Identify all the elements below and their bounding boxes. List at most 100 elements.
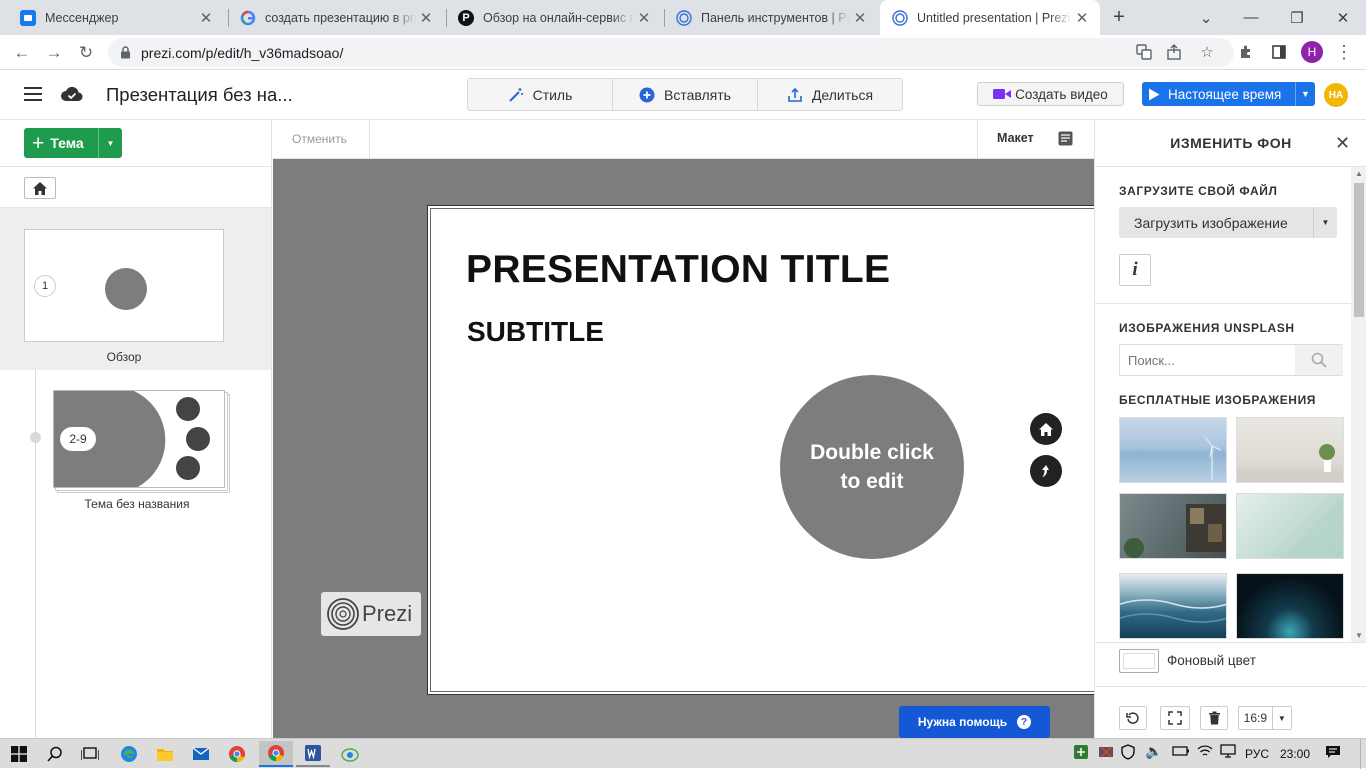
- close-window-button[interactable]: ✕: [1320, 0, 1366, 35]
- share-button[interactable]: Делиться: [757, 78, 903, 111]
- help-button[interactable]: Нужна помощь ?: [899, 706, 1050, 738]
- canvas-toolbar: Отменить Макет: [273, 120, 1094, 159]
- messenger-icon: [20, 9, 36, 26]
- topic-circle[interactable]: Double click to edit: [780, 375, 964, 559]
- url-bar[interactable]: prezi.com/p/edit/h_v36madsoao/: [108, 38, 1234, 67]
- menu-dots-icon[interactable]: ⋮: [1334, 42, 1354, 62]
- close-tab-icon[interactable]: ✕: [1072, 9, 1092, 27]
- reload-button[interactable]: ↻: [72, 39, 100, 67]
- close-tab-icon[interactable]: ✕: [416, 9, 436, 27]
- bg-color-label: Фоновый цвет: [1167, 653, 1256, 668]
- search-icon[interactable]: [38, 741, 72, 767]
- shield-icon[interactable]: [1121, 744, 1135, 760]
- minimize-button[interactable]: —: [1228, 0, 1274, 35]
- maximize-button[interactable]: ❐: [1274, 0, 1320, 35]
- free-image-waves[interactable]: [1119, 573, 1227, 639]
- present-button[interactable]: Настоящее время ▼: [1142, 82, 1315, 106]
- presentation-title[interactable]: Презентация без на...: [106, 84, 293, 106]
- word-icon[interactable]: [296, 741, 330, 767]
- slide-subtitle[interactable]: SUBTITLE: [467, 316, 604, 348]
- overview-label: Обзор: [106, 350, 142, 364]
- bg-color-swatch[interactable]: [1119, 649, 1159, 673]
- upload-dropdown-icon[interactable]: ▼: [1313, 207, 1337, 238]
- mail-icon[interactable]: [184, 741, 218, 767]
- profile-avatar[interactable]: Н: [1301, 41, 1323, 63]
- show-desktop-button[interactable]: [1360, 739, 1366, 769]
- style-button[interactable]: Стиль: [467, 78, 613, 111]
- overview-number-badge: 1: [34, 275, 56, 297]
- overview-thumbnail[interactable]: 1: [24, 229, 224, 342]
- task-view-icon[interactable]: [73, 741, 107, 767]
- zoom-back-button[interactable]: [1030, 455, 1062, 487]
- info-icon[interactable]: i: [1119, 254, 1151, 286]
- clock[interactable]: 23:00: [1280, 747, 1310, 761]
- windows-start-icon[interactable]: [2, 741, 36, 767]
- extensions-icon[interactable]: [1236, 42, 1256, 62]
- slide[interactable]: PRESENTATION TITLE SUBTITLE Double click…: [427, 205, 1094, 695]
- bookmark-star-icon[interactable]: ☆: [1197, 42, 1217, 62]
- slide-title[interactable]: PRESENTATION TITLE: [466, 248, 890, 292]
- wifi-icon[interactable]: [1197, 744, 1213, 758]
- notifications-icon[interactable]: [1325, 744, 1341, 760]
- free-image-leaf-light[interactable]: [1236, 493, 1344, 559]
- upload-icon: [787, 87, 803, 103]
- insert-button[interactable]: Вставлять: [612, 78, 758, 111]
- create-video-button[interactable]: Создать видео: [977, 82, 1124, 106]
- search-icon[interactable]: [1295, 345, 1343, 375]
- close-tab-icon[interactable]: ✕: [634, 9, 654, 27]
- volume-icon[interactable]: 🔈: [1145, 743, 1162, 760]
- chrome-icon[interactable]: [220, 741, 254, 767]
- hamburger-menu-icon[interactable]: [24, 86, 44, 102]
- aspect-ratio-select[interactable]: 16:9 ▼: [1238, 706, 1292, 730]
- display-icon[interactable]: [1220, 744, 1236, 758]
- browser-tab-review[interactable]: P Обзор на онлайн-сервис по ✕: [446, 0, 662, 35]
- browser-tab-google[interactable]: создать презентацию в prezi ✕: [228, 0, 444, 35]
- free-image-shelf-wall[interactable]: [1119, 493, 1227, 559]
- scrollbar-thumb[interactable]: [1354, 183, 1364, 317]
- panel-scrollbar[interactable]: ▲ ▼: [1351, 167, 1366, 642]
- app-icon[interactable]: [333, 741, 367, 767]
- add-topic-button[interactable]: + Тема ▼: [24, 128, 122, 158]
- free-image-wind-turbines[interactable]: [1119, 417, 1227, 483]
- file-explorer-icon[interactable]: [148, 741, 182, 767]
- side-panel-icon[interactable]: [1269, 42, 1289, 62]
- chevron-down-icon[interactable]: ▼: [1271, 707, 1291, 729]
- battery-icon[interactable]: [1172, 744, 1190, 758]
- share-icon[interactable]: [1164, 42, 1184, 62]
- topic-thumbnail[interactable]: 2-9: [53, 390, 225, 488]
- reset-icon[interactable]: [1119, 706, 1147, 730]
- browser-tab-messenger[interactable]: Мессенджер ✕: [8, 0, 224, 35]
- back-button[interactable]: ←: [8, 39, 36, 67]
- layout-button[interactable]: Макет: [997, 131, 1034, 145]
- close-tab-icon[interactable]: ✕: [196, 9, 216, 27]
- language-indicator[interactable]: РУС: [1245, 747, 1269, 761]
- free-image-plant-room[interactable]: [1236, 417, 1344, 483]
- cloud-saved-icon: [60, 84, 84, 104]
- browser-tab-prezi-dashboard[interactable]: Панель инструментов | Prezi ✕: [664, 0, 878, 35]
- chrome-active-icon[interactable]: [259, 741, 293, 767]
- network-app-icon[interactable]: [1073, 744, 1089, 760]
- edge-icon[interactable]: [112, 741, 146, 767]
- chevron-down-icon[interactable]: ⌄: [1183, 0, 1229, 35]
- new-tab-button[interactable]: +: [1099, 0, 1139, 35]
- fullscreen-icon[interactable]: [1160, 706, 1190, 730]
- upload-image-button[interactable]: Загрузить изображение ▼: [1119, 207, 1337, 238]
- forward-button[interactable]: →: [40, 39, 68, 67]
- free-image-dark-particles[interactable]: [1236, 573, 1344, 639]
- undo-button[interactable]: Отменить: [292, 132, 347, 146]
- close-tab-icon[interactable]: ✕: [850, 9, 870, 27]
- security-alert-icon[interactable]: [1098, 744, 1114, 760]
- topic-dropdown-icon[interactable]: ▼: [98, 128, 122, 158]
- home-button[interactable]: [24, 177, 56, 199]
- present-dropdown-icon[interactable]: ▼: [1295, 82, 1315, 106]
- notes-icon[interactable]: [1058, 131, 1073, 146]
- translate-icon[interactable]: [1134, 42, 1154, 62]
- browser-tab-active-prezi[interactable]: Untitled presentation | Prezi ✕: [880, 0, 1100, 35]
- zoom-home-button[interactable]: [1030, 413, 1062, 445]
- magic-wand-icon: [508, 87, 524, 103]
- search-input[interactable]: [1120, 345, 1295, 375]
- canvas-area[interactable]: Отменить Макет PRESENTATION TITLE SUBTIT…: [273, 120, 1094, 738]
- trash-icon[interactable]: [1200, 706, 1228, 730]
- close-icon[interactable]: ✕: [1335, 133, 1350, 154]
- user-avatar[interactable]: НА: [1324, 83, 1348, 107]
